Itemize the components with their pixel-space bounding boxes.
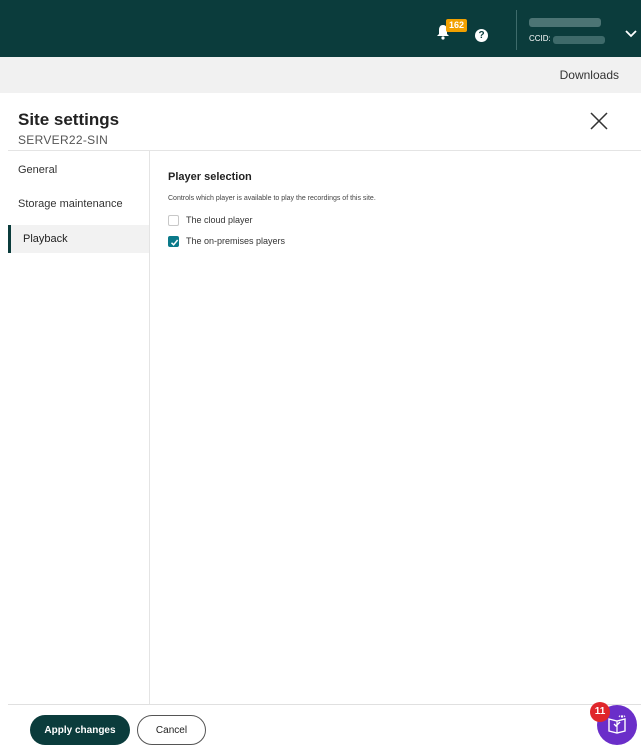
guide-book-icon: [608, 715, 626, 734]
sidebar-item-label: General: [18, 164, 58, 176]
chevron-down-icon[interactable]: [625, 30, 637, 38]
user-name-redacted: [529, 18, 601, 27]
sidebar-item-label: Playback: [23, 233, 68, 245]
sub-header: Downloads: [0, 57, 641, 93]
section-title: Player selection: [168, 171, 252, 183]
downloads-link[interactable]: Downloads: [560, 68, 619, 82]
checkmark-icon: [170, 239, 179, 246]
option-cloud-player[interactable]: The cloud player: [168, 213, 253, 227]
sidebar-item-label: Storage maintenance: [18, 198, 123, 210]
settings-sidebar: General Storage maintenance Playback: [8, 151, 150, 704]
option-label: The cloud player: [186, 215, 253, 225]
sidebar-item-general[interactable]: General: [8, 156, 149, 184]
cloud-player-checkbox[interactable]: [168, 214, 179, 226]
notification-count-badge: 162: [446, 19, 468, 32]
option-on-premises-players[interactable]: The on-premises players: [168, 234, 285, 248]
site-name: SERVER22-SIN: [18, 133, 109, 147]
section-description: Controls which player is available to pl…: [168, 195, 376, 202]
on-premises-players-checkbox[interactable]: [168, 235, 179, 247]
top-bar: 162 ? CCID:: [0, 0, 641, 57]
close-icon[interactable]: [588, 110, 610, 132]
option-label: The on-premises players: [186, 236, 286, 246]
apply-changes-button[interactable]: Apply changes: [30, 715, 130, 745]
ccid-value-redacted: [553, 36, 605, 44]
cancel-button[interactable]: Cancel: [137, 715, 206, 745]
ccid-label: CCID:: [529, 34, 551, 43]
sidebar-item-playback[interactable]: Playback: [8, 225, 149, 253]
sidebar-item-storage-maintenance[interactable]: Storage maintenance: [8, 190, 149, 218]
page-title: Site settings: [18, 110, 120, 129]
footer-divider: [8, 704, 641, 705]
guide-widget-badge: 11: [590, 702, 610, 722]
help-icon[interactable]: ?: [475, 29, 488, 42]
user-menu[interactable]: CCID:: [516, 10, 641, 50]
